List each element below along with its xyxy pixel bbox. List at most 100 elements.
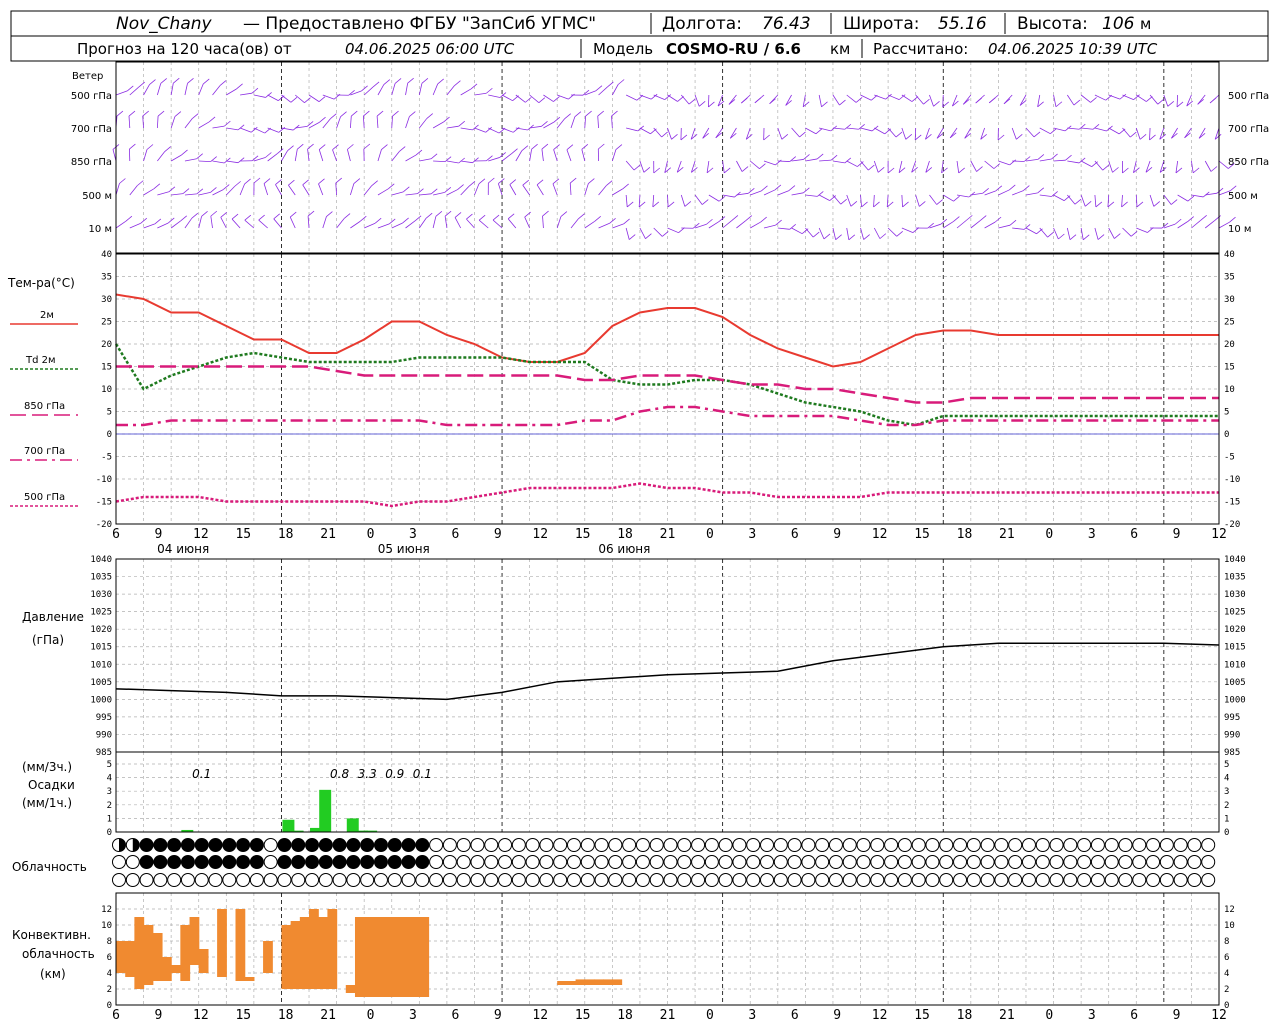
model-unit: км <box>830 40 850 58</box>
wind-barb <box>391 83 396 96</box>
wind-barb <box>1167 101 1175 107</box>
cloud-symbol <box>153 873 168 887</box>
wind-barb <box>226 127 239 131</box>
x-tick-label: 6 <box>1130 1008 1138 1023</box>
x-tick-label: 0 <box>706 1008 714 1023</box>
wind-barb <box>736 160 743 172</box>
y-tick-label: 1020 <box>1224 625 1246 635</box>
wind-barb <box>326 211 333 217</box>
wind-barb <box>1039 158 1052 162</box>
wind-barb <box>994 216 1002 223</box>
x-tick-label: 21 <box>999 1008 1015 1023</box>
wind-barb <box>154 218 162 225</box>
x-tick-label: 9 <box>494 1008 502 1023</box>
wind-barb <box>244 178 251 185</box>
wind-level-labels: 500 гПа 500 гПа 700 гПа 700 гПа 850 гПа 850 г… <box>71 91 1269 235</box>
cloud-symbol <box>139 838 154 852</box>
cloud-symbol <box>787 873 802 887</box>
wind-barb <box>432 216 437 229</box>
wind-barb <box>645 233 652 239</box>
wind-barb <box>570 116 576 129</box>
cloud-symbol <box>249 838 264 852</box>
cloud-symbol <box>635 855 650 869</box>
conv-bar <box>318 917 329 989</box>
wind-barb <box>1053 194 1065 202</box>
wind-barb <box>381 144 388 150</box>
cloud-symbol <box>429 873 444 887</box>
wind-barb <box>347 149 351 162</box>
cloud-symbol <box>732 873 747 887</box>
cloud-symbol <box>194 855 209 869</box>
y-tick-label: 10 <box>1224 921 1235 931</box>
wind-barb <box>184 83 188 96</box>
date-label: 05 июня <box>378 542 430 556</box>
wind-barb <box>722 220 733 229</box>
wind-barb <box>622 183 629 190</box>
conv-bar <box>189 917 200 965</box>
wind-barb <box>584 183 589 196</box>
wind-barb <box>501 94 513 102</box>
wind-barb <box>1082 234 1090 241</box>
cloud-symbol <box>470 855 485 869</box>
wind-barb <box>964 127 972 139</box>
wind-barb <box>706 160 710 173</box>
cloud-symbol <box>842 873 857 887</box>
wind-barb <box>350 183 355 196</box>
wind-barb <box>444 187 452 193</box>
wind-barb <box>153 183 161 190</box>
wind-barb <box>901 127 907 140</box>
wind-barb <box>360 215 367 222</box>
wind-barb <box>1130 131 1137 138</box>
wind-barb <box>460 160 473 164</box>
model-value: COSMO-RU / 6.6 <box>666 40 801 58</box>
cloud-symbol <box>291 855 306 869</box>
wind-barb <box>231 213 239 220</box>
wind-barb <box>184 193 197 196</box>
wind-barb <box>633 164 641 171</box>
wind-barb <box>1095 201 1103 208</box>
wind-title: Ветер <box>72 71 103 82</box>
cloud-symbol <box>318 838 333 852</box>
wind-barb <box>415 149 423 156</box>
wind-barb <box>585 110 592 117</box>
cloud-symbol <box>1159 873 1174 887</box>
cloud-symbol <box>953 838 968 852</box>
cloud-symbol <box>553 855 568 869</box>
wind-barb <box>1121 194 1123 207</box>
cloud-symbol <box>236 855 251 869</box>
cloud-symbol <box>194 838 209 852</box>
wind-barb <box>237 157 245 164</box>
wind-barb <box>538 97 546 103</box>
wind-barb <box>818 227 825 240</box>
wind-barb <box>478 214 486 221</box>
wind-barb <box>443 116 450 123</box>
conv-bar <box>391 917 402 997</box>
cloud-symbol <box>387 873 402 887</box>
y-tick-label: -10 <box>96 475 112 485</box>
wind-barb <box>234 181 241 187</box>
wind-barb <box>653 94 665 100</box>
wind-barb <box>835 234 842 240</box>
wind-barb <box>901 194 903 208</box>
cloud-symbol <box>442 873 457 887</box>
wind-barb <box>1108 127 1120 135</box>
wind-barb <box>1218 160 1229 169</box>
wind-barb <box>353 178 361 184</box>
cloud-symbol <box>911 873 926 887</box>
wind-barb <box>1091 161 1098 167</box>
wind-barb <box>457 184 464 190</box>
wind-barb <box>239 127 252 133</box>
wind-barb <box>275 179 282 185</box>
wind-barb <box>1019 94 1027 106</box>
cloud-symbol <box>318 873 333 887</box>
conv-bar <box>299 917 310 989</box>
wind-barb <box>1122 127 1131 138</box>
wind-barb <box>887 227 898 237</box>
wind-barb <box>943 221 954 229</box>
wind-barb <box>560 211 568 217</box>
x-tick-label: 0 <box>1045 1008 1053 1023</box>
y-tick-label: 2 <box>107 801 112 811</box>
y-tick-label: 995 <box>1224 713 1240 723</box>
wind-barb <box>210 187 217 193</box>
conv-bar <box>575 979 586 985</box>
